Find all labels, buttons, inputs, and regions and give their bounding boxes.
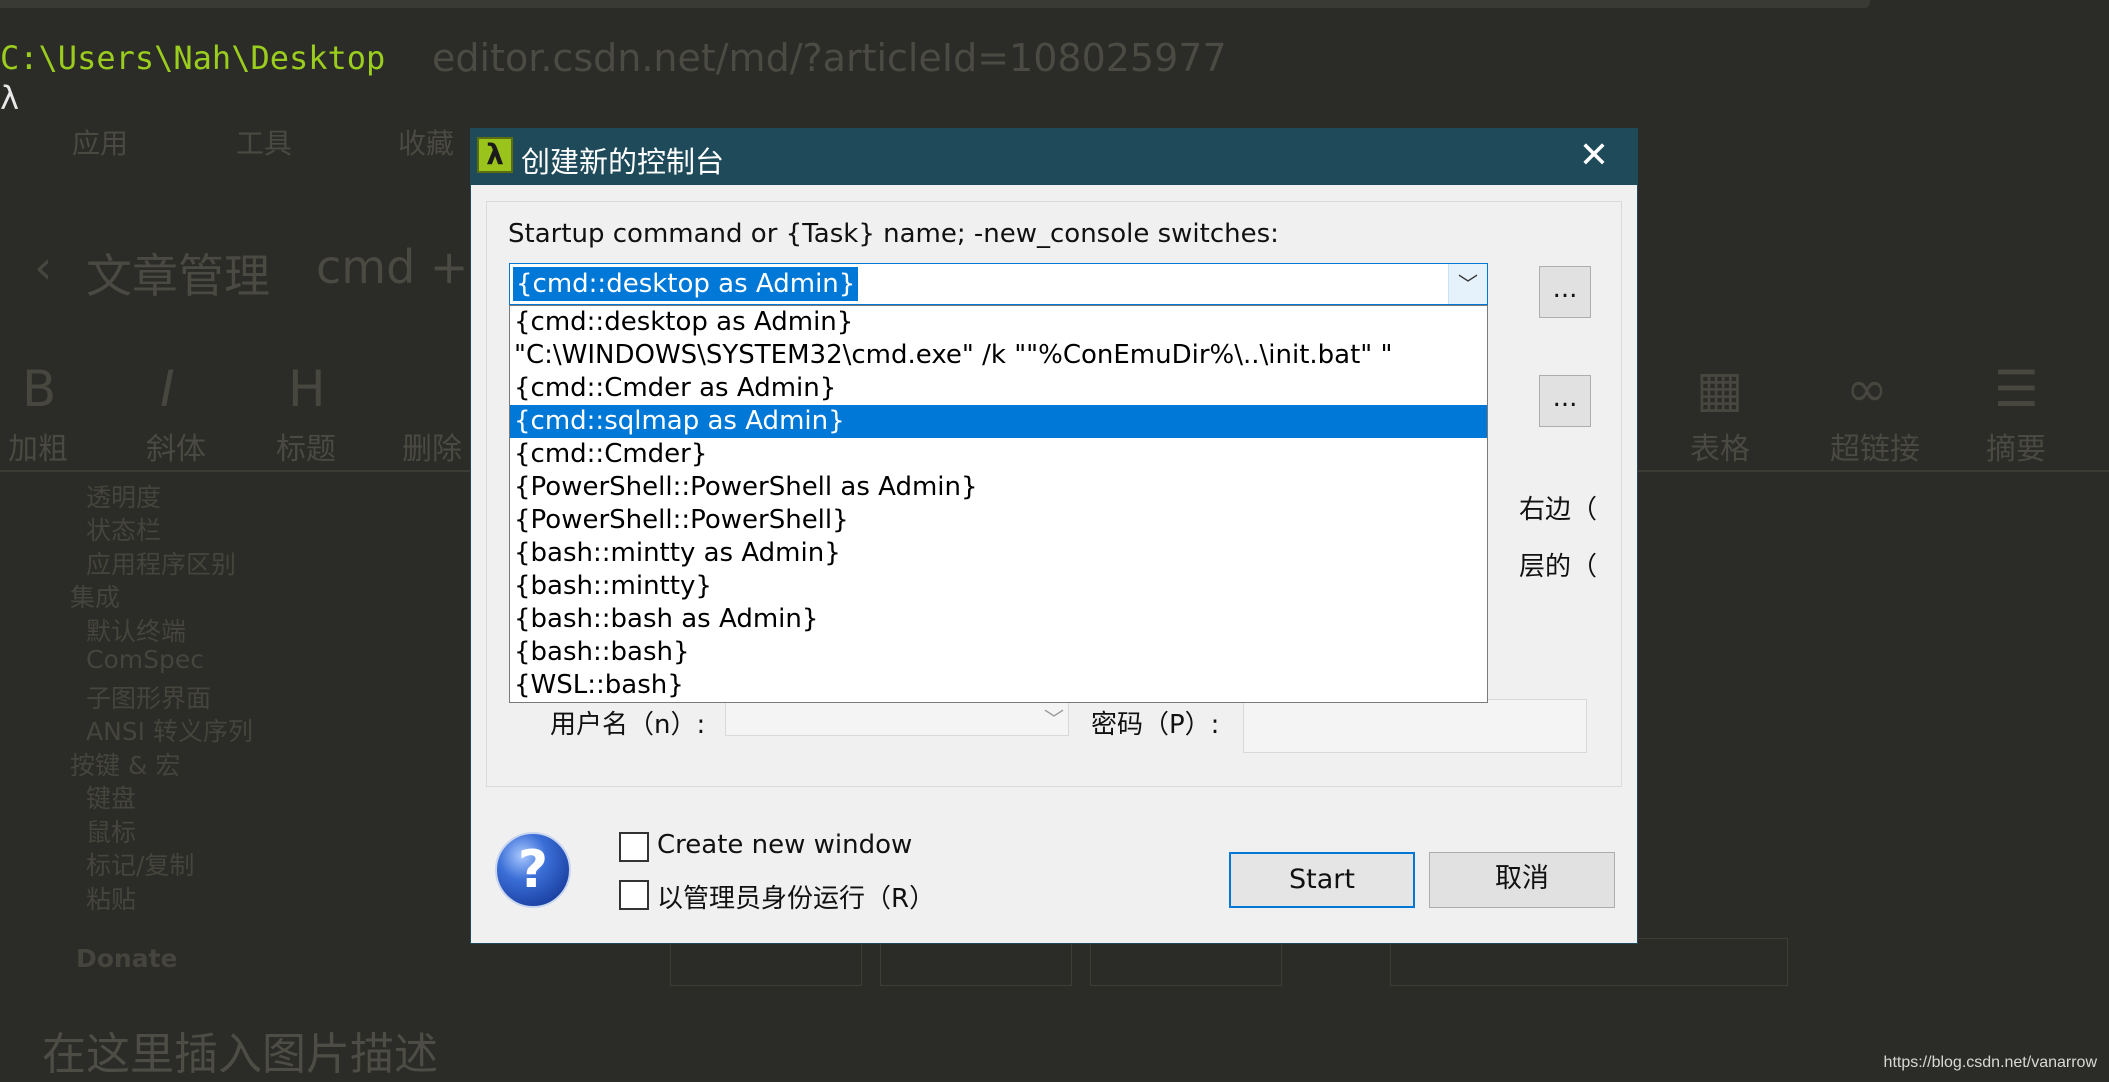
task-option[interactable]: {bash::bash} xyxy=(510,636,1487,669)
bg-button xyxy=(1390,938,1788,986)
startup-command-combobox[interactable]: {cmd::desktop as Admin} ﹀ xyxy=(509,263,1488,305)
bookmark-favorites: 收藏 xyxy=(398,127,455,160)
toolbar-label-heading: 标题 xyxy=(276,432,336,467)
close-icon: ✕ xyxy=(1578,135,1610,176)
split-right-option-partial: 右边（ xyxy=(1519,495,1598,525)
back-chevron-icon: ‹ xyxy=(34,240,53,294)
bg-list-item: 键盘 xyxy=(86,784,137,813)
browse-command-button[interactable]: ... xyxy=(1539,266,1591,318)
combobox-dropdown-button[interactable]: ﹀ xyxy=(1448,264,1487,304)
terminal-prompt: λ xyxy=(0,79,20,117)
create-new-window-checkbox[interactable] xyxy=(619,832,649,862)
password-label: 密码（P）: xyxy=(1091,710,1220,740)
bg-list-item: 透明度 xyxy=(86,483,162,512)
task-option[interactable]: {bash::bash as Admin} xyxy=(510,603,1487,636)
dialog-title-bar[interactable]: λ 创建新的控制台 ✕ xyxy=(471,129,1637,185)
bg-button xyxy=(670,938,862,986)
bg-list-item: 集成 xyxy=(70,583,121,612)
task-option[interactable]: {WSL::bash} xyxy=(510,669,1487,702)
task-dropdown-list[interactable]: {cmd::desktop as Admin} "C:\WINDOWS\SYST… xyxy=(509,305,1488,703)
password-field[interactable] xyxy=(1243,699,1587,753)
article-crumb: 文章管理 xyxy=(86,249,270,303)
task-option-highlighted[interactable]: {cmd::sqlmap as Admin} xyxy=(510,405,1487,438)
bg-list-item: 粘贴 xyxy=(86,885,137,914)
dialog-title: 创建新的控制台 xyxy=(521,145,725,179)
heading-icon: H xyxy=(288,360,326,418)
bg-list-item: ANSI 转义序列 xyxy=(86,717,253,746)
bg-list-item: 应用程序区别 xyxy=(86,550,237,579)
new-console-dialog: λ 创建新的控制台 ✕ Startup command or {Task} na… xyxy=(470,128,1638,944)
bold-icon: B xyxy=(22,360,57,418)
conemu-lambda-icon: λ xyxy=(477,137,513,173)
link-icon: ∞ xyxy=(1846,360,1888,418)
startup-command-label: Startup command or {Task} name; -new_con… xyxy=(508,219,1279,249)
terminal-output: C:\Users\Nah\Desktop λ xyxy=(0,38,385,118)
toolbar-label-summary: 摘要 xyxy=(1986,432,2046,467)
task-option[interactable]: "C:\WINDOWS\SYSTEM32\cmd.exe" /k ""%ConE… xyxy=(510,339,1487,372)
task-option[interactable]: {cmd::desktop as Admin} xyxy=(510,306,1487,339)
toolbar-label-bold: 加粗 xyxy=(8,432,68,467)
chevron-down-icon: ﹀ xyxy=(1458,272,1478,296)
task-option[interactable]: {cmd::Cmder} xyxy=(510,438,1487,471)
start-button[interactable]: Start xyxy=(1229,852,1415,908)
bg-donate: Donate xyxy=(76,944,178,973)
italic-icon: I xyxy=(160,360,175,418)
toolbar-label-link: 超链接 xyxy=(1830,432,1920,467)
toolbar-label-italic: 斜体 xyxy=(146,432,206,467)
chevron-down-icon[interactable]: ﹀ xyxy=(1044,703,1064,732)
bg-list-item: 子图形界面 xyxy=(86,684,212,713)
username-label: 用户名（n）: xyxy=(550,710,706,740)
layer-option-partial: 层的（ xyxy=(1519,552,1598,582)
bg-list-item: 状态栏 xyxy=(86,516,162,545)
browser-url-text: editor.csdn.net/md/?articleId=108025977 xyxy=(432,36,1227,80)
browser-tab-strip xyxy=(0,0,1870,8)
task-option[interactable]: {bash::mintty} xyxy=(510,570,1487,603)
watermark: https://blog.csdn.net/vanarrow xyxy=(1883,1054,2097,1071)
summary-icon: ☰ xyxy=(1994,360,2039,418)
task-option[interactable]: {bash::mintty as Admin} xyxy=(510,537,1487,570)
bookmark-tools: 工具 xyxy=(236,127,293,160)
cancel-button[interactable]: 取消 xyxy=(1429,852,1615,908)
toolbar-label-table: 表格 xyxy=(1690,432,1750,467)
table-icon: ▦ xyxy=(1696,360,1744,418)
task-option[interactable]: {PowerShell::PowerShell as Admin} xyxy=(510,471,1487,504)
help-icon[interactable]: ? xyxy=(495,832,571,908)
startup-command-value[interactable]: {cmd::desktop as Admin} xyxy=(513,267,859,301)
run-as-admin-checkbox[interactable] xyxy=(619,880,649,910)
image-caption: 在这里插入图片描述 xyxy=(42,1029,438,1080)
bg-list-item: 默认终端 xyxy=(86,617,187,646)
task-option[interactable]: {PowerShell::PowerShell} xyxy=(510,504,1487,537)
terminal-path: C:\Users\Nah\Desktop xyxy=(0,39,386,77)
username-combobox[interactable]: ﹀ xyxy=(725,700,1069,736)
create-new-window-label[interactable]: Create new window xyxy=(657,830,912,860)
run-as-admin-label[interactable]: 以管理员身份运行（R） xyxy=(657,878,935,915)
bg-button xyxy=(880,938,1072,986)
browse-directory-button[interactable]: ... xyxy=(1539,375,1591,427)
bookmark-apps: 应用 xyxy=(72,127,129,160)
bg-button xyxy=(1090,938,1282,986)
bg-list-item: 鼠标 xyxy=(86,818,137,847)
task-option[interactable]: {cmd::Cmder as Admin} xyxy=(510,372,1487,405)
bg-list-item: 标记/复制 xyxy=(86,851,195,880)
toolbar-label-strike: 删除 xyxy=(402,432,462,467)
close-button[interactable]: ✕ xyxy=(1551,129,1637,185)
bg-list-item: ComSpec xyxy=(86,645,204,674)
bg-list-item: 按键 & 宏 xyxy=(70,751,181,780)
